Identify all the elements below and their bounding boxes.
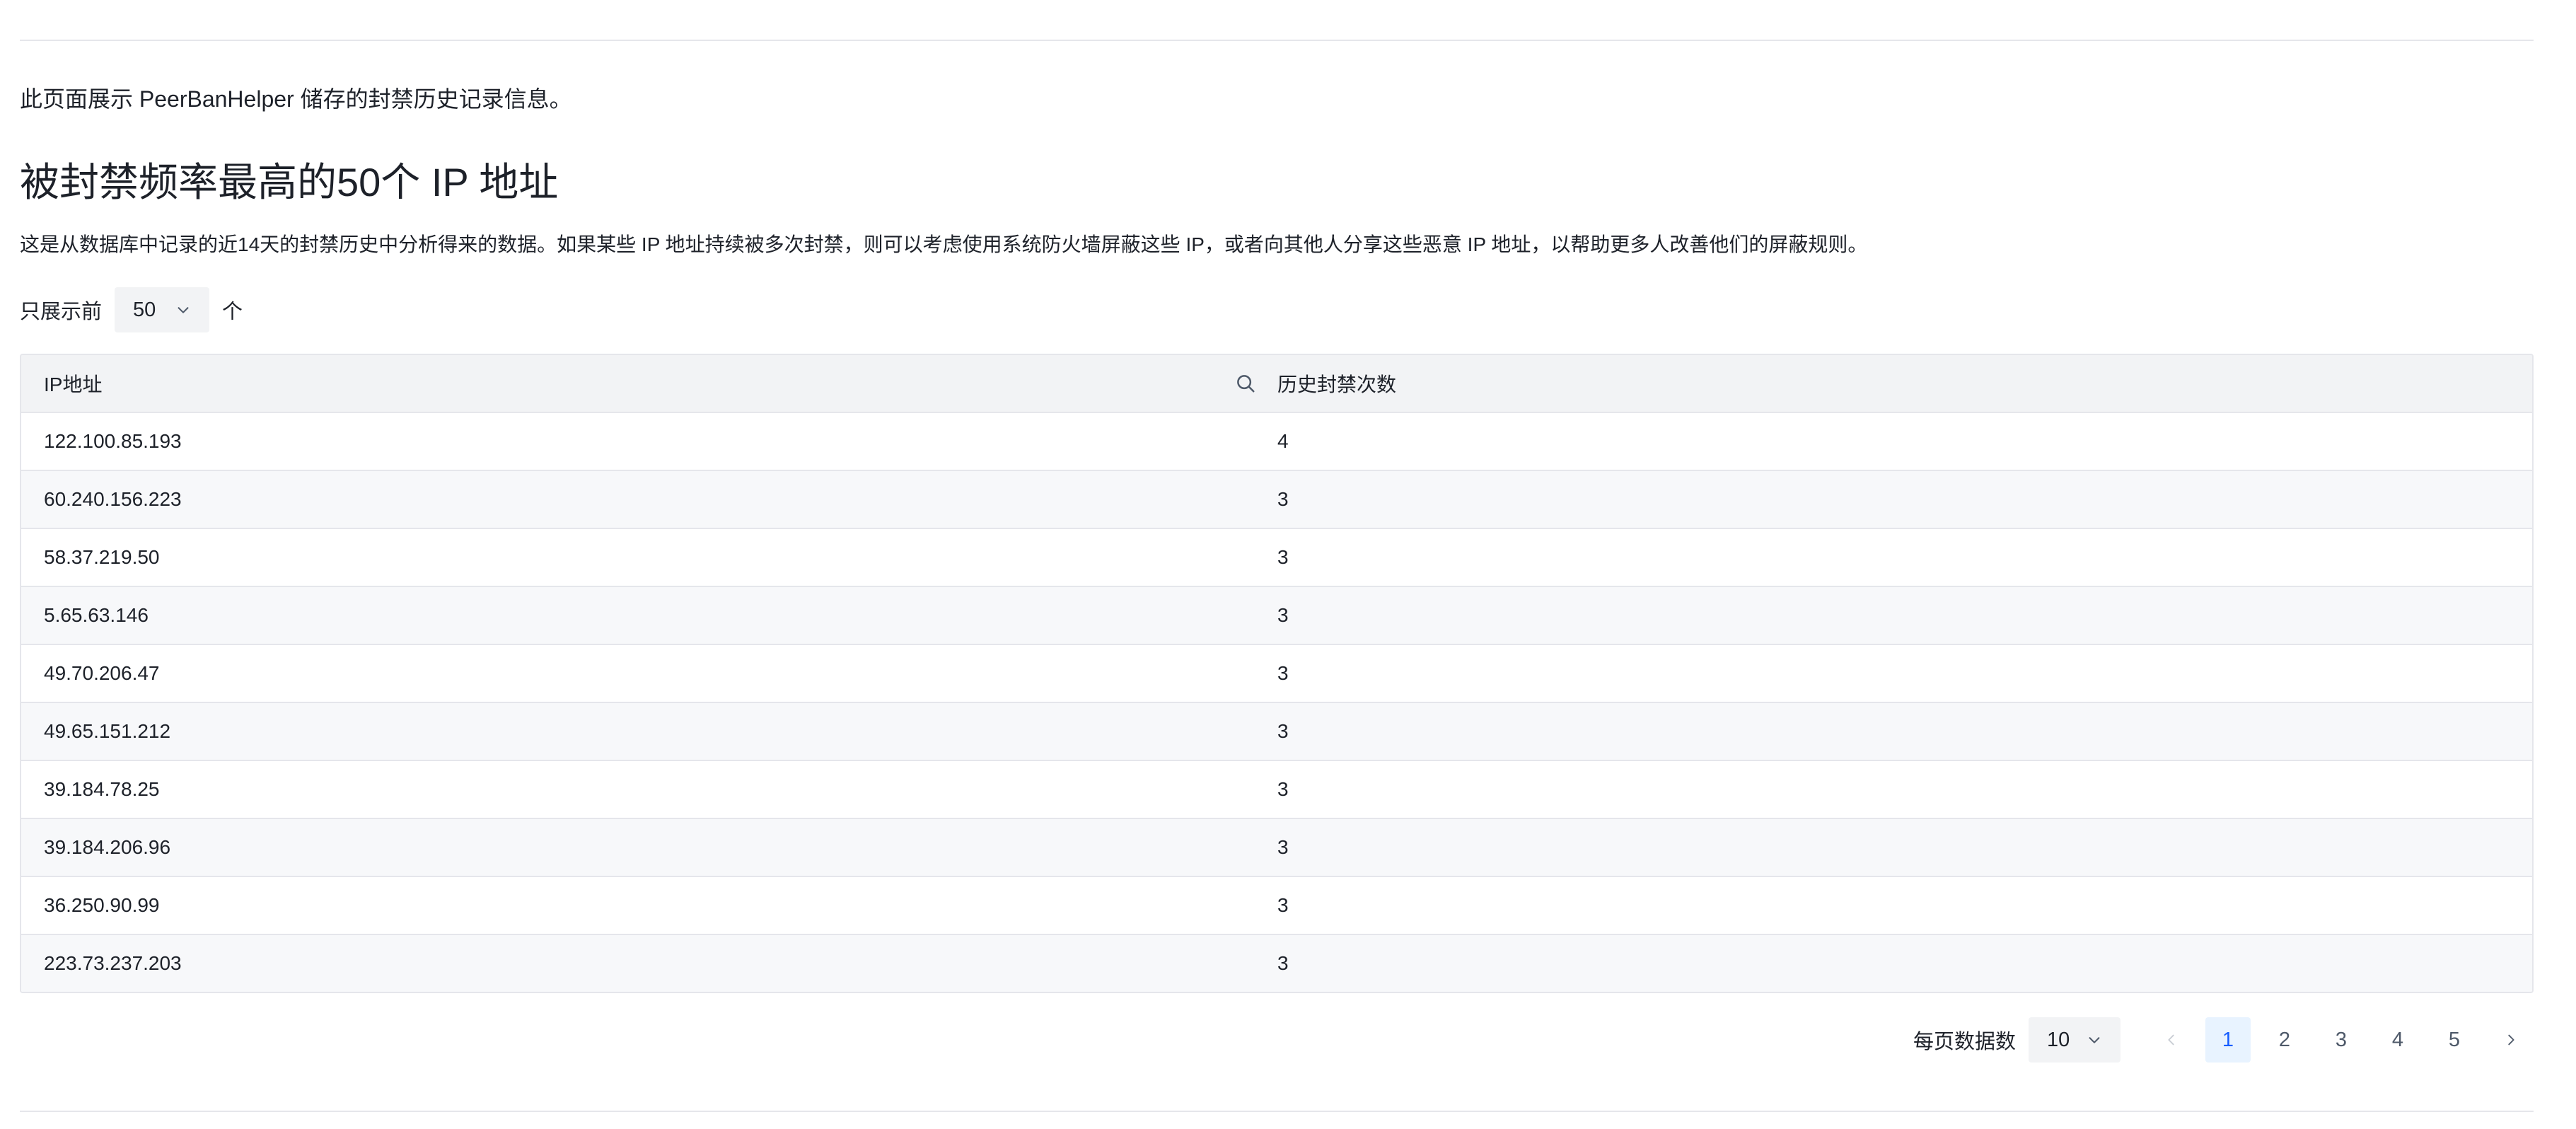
- table-row: 36.250.90.99 3: [21, 876, 2532, 934]
- page-size-label: 每页数据数: [1913, 1031, 2016, 1053]
- ip-cell: 36.250.90.99: [44, 894, 160, 916]
- next-page-button[interactable]: [2488, 1017, 2534, 1063]
- column-header-ip: IP地址: [21, 369, 1277, 398]
- page-button-3[interactable]: 3: [2319, 1017, 2364, 1063]
- ip-cell: 122.100.85.193: [44, 430, 182, 452]
- table-row: 49.70.206.47 3: [21, 644, 2532, 702]
- ip-cell: 39.184.78.25: [44, 778, 160, 800]
- ban-count-cell: 3: [1277, 546, 1289, 568]
- ban-count-cell: 3: [1277, 952, 1289, 974]
- ban-count-cell: 3: [1277, 778, 1289, 800]
- ban-history-page: 此页面展示 PeerBanHelper 储存的封禁历史记录信息。 被封禁频率最高…: [0, 0, 2576, 1129]
- top-divider: [20, 40, 2534, 41]
- ip-search-button[interactable]: [1234, 371, 1258, 395]
- table-row: 39.184.78.25 3: [21, 760, 2532, 818]
- ban-count-cell: 3: [1277, 604, 1289, 626]
- table-row: 60.240.156.223 3: [21, 470, 2532, 528]
- table-row: 122.100.85.193 4: [21, 412, 2532, 470]
- ban-count-cell: 3: [1277, 720, 1289, 742]
- column-header-ip-label: IP地址: [44, 374, 103, 395]
- table-row: 5.65.63.146 3: [21, 586, 2532, 644]
- page-title: 被封禁频率最高的50个 IP 地址: [20, 160, 559, 204]
- page-size-select[interactable]: 10: [2029, 1017, 2120, 1063]
- limit-select-value: 50: [133, 298, 156, 321]
- ip-cell: 5.65.63.146: [44, 604, 149, 626]
- column-header-count: 历史封禁次数: [1277, 374, 1397, 395]
- limit-control: 只展示前 50 个: [20, 287, 243, 332]
- limit-prefix-label: 只展示前: [20, 301, 103, 323]
- bottom-divider: [20, 1111, 2534, 1112]
- ban-count-cell: 3: [1277, 894, 1289, 916]
- intro-text: 此页面展示 PeerBanHelper 储存的封禁历史记录信息。: [20, 86, 572, 112]
- ip-cell: 60.240.156.223: [44, 488, 182, 510]
- page-button-4[interactable]: 4: [2375, 1017, 2420, 1063]
- ban-count-cell: 3: [1277, 662, 1289, 684]
- page-button-5[interactable]: 5: [2432, 1017, 2477, 1063]
- ip-cell: 223.73.237.203: [44, 952, 182, 974]
- search-icon: [1237, 375, 1255, 393]
- chevron-down-icon: [2089, 1037, 2100, 1043]
- ban-count-cell: 3: [1277, 488, 1289, 510]
- chevron-right-icon: [2508, 1034, 2514, 1046]
- chevron-left-icon: [2168, 1034, 2174, 1046]
- top-banned-ip-table: IP地址 历史封禁次数 122.100.85.193 4 60.240.156.…: [20, 354, 2534, 993]
- ip-cell: 39.184.206.96: [44, 836, 171, 858]
- chevron-down-icon: [178, 307, 189, 313]
- ip-cell: 49.65.151.212: [44, 720, 171, 742]
- limit-suffix-label: 个: [222, 301, 243, 323]
- description-text: 这是从数据库中记录的近14天的封禁历史中分析得来的数据。如果某些 IP 地址持续…: [20, 233, 1868, 255]
- ban-count-cell: 3: [1277, 836, 1289, 858]
- table-header-row: IP地址 历史封禁次数: [21, 355, 2532, 412]
- table-row: 223.73.237.203 3: [21, 934, 2532, 992]
- ip-cell: 58.37.219.50: [44, 546, 160, 568]
- page-size-value: 10: [2047, 1028, 2070, 1051]
- ip-cell: 49.70.206.47: [44, 662, 160, 684]
- page-button-2[interactable]: 2: [2262, 1017, 2307, 1063]
- ban-count-cell: 4: [1277, 430, 1289, 452]
- limit-select[interactable]: 50: [115, 287, 210, 332]
- pagination: 每页数据数 10 1 2 3 4 5: [1913, 1017, 2534, 1063]
- prev-page-button[interactable]: [2149, 1017, 2194, 1063]
- table-row: 49.65.151.212 3: [21, 702, 2532, 760]
- table-row: 58.37.219.50 3: [21, 528, 2532, 586]
- page-button-1[interactable]: 1: [2205, 1017, 2251, 1063]
- table-row: 39.184.206.96 3: [21, 818, 2532, 876]
